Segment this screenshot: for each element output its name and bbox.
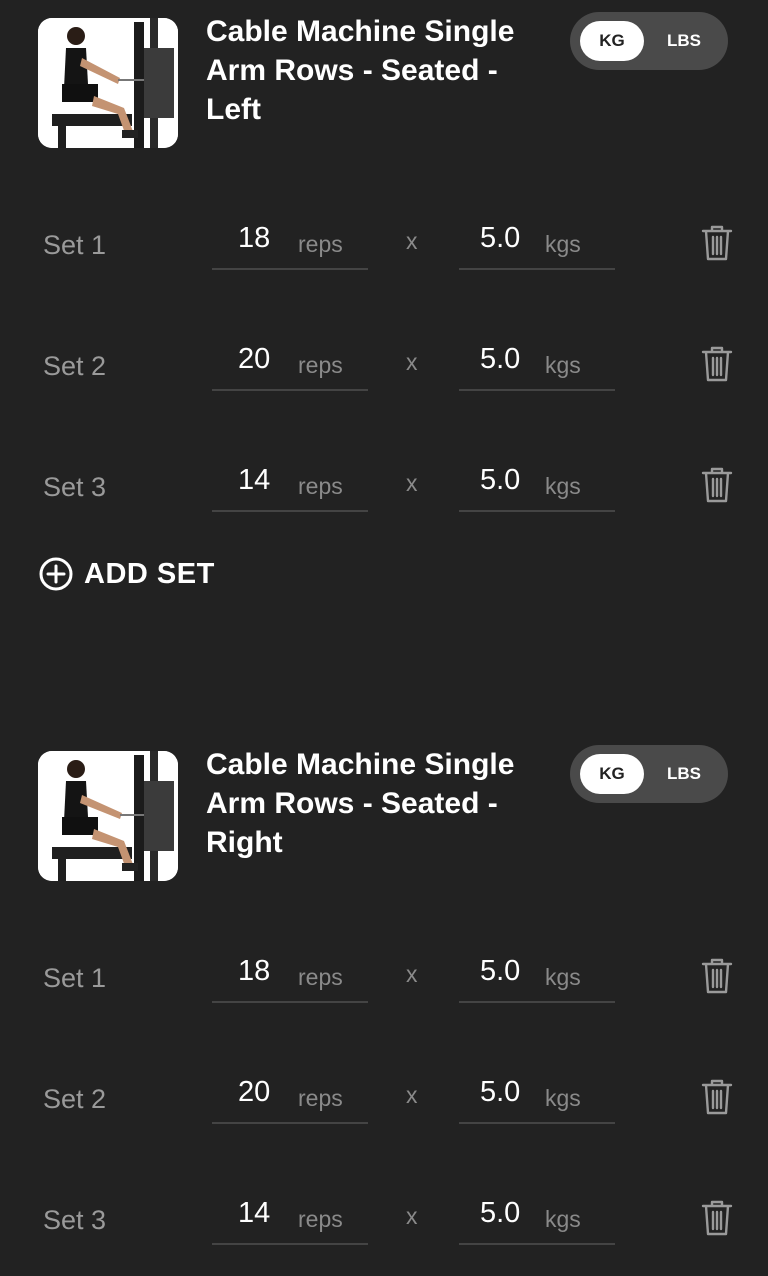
set-row: Set 3 14 reps x 5.0 kgs xyxy=(0,1145,768,1266)
set-label: Set 2 xyxy=(43,1084,107,1114)
weight-unit: kgs xyxy=(545,352,581,378)
weight-unit: kgs xyxy=(545,1085,581,1111)
exercise-title: Cable Machine Single Arm Rows - Seated -… xyxy=(206,748,515,859)
reps-input[interactable]: 20 reps xyxy=(212,1076,368,1124)
set-label: Set 2 xyxy=(43,351,107,381)
add-set-button[interactable]: ADD SET xyxy=(38,554,215,594)
weight-input[interactable]: 5.0 kgs xyxy=(459,464,615,512)
weight-value: 5.0 xyxy=(480,955,521,987)
reps-value: 20 xyxy=(238,343,271,375)
exercise-title: Cable Machine Single Arm Rows - Seated -… xyxy=(206,15,515,126)
plus-circle-icon xyxy=(39,557,73,591)
reps-input[interactable]: 18 reps xyxy=(212,955,368,1003)
weight-unit: kgs xyxy=(545,964,581,990)
set-label: Set 1 xyxy=(43,963,107,993)
unit-toggle[interactable]: KG LBS xyxy=(570,745,728,803)
unit-kg-option[interactable]: KG xyxy=(580,21,644,61)
unit-lbs-option[interactable]: LBS xyxy=(650,754,718,794)
unit-kg-option[interactable]: KG xyxy=(580,754,644,794)
seated-row-illustration xyxy=(38,751,178,881)
unit-toggle[interactable]: KG LBS xyxy=(570,12,728,70)
reps-unit: reps xyxy=(298,352,343,378)
set-row: Set 2 20 reps x 5.0 kgs xyxy=(0,1024,768,1145)
exercise-header: Cable Machine Single Arm Rows - Seated -… xyxy=(0,733,768,903)
trash-icon[interactable] xyxy=(700,224,734,262)
reps-unit: reps xyxy=(298,964,343,990)
seated-row-illustration xyxy=(38,18,178,148)
reps-input[interactable]: 14 reps xyxy=(212,464,368,512)
times-symbol: x xyxy=(406,1203,418,1229)
reps-value: 18 xyxy=(238,955,271,987)
weight-input[interactable]: 5.0 kgs xyxy=(459,343,615,391)
set-row: Set 2 20 reps x 5.0 kgs xyxy=(0,291,768,412)
weight-unit: kgs xyxy=(545,473,581,499)
unit-lbs-option[interactable]: LBS xyxy=(650,21,718,61)
reps-unit: reps xyxy=(298,1206,343,1232)
set-label: Set 3 xyxy=(43,1205,107,1235)
set-row: Set 1 18 reps x 5.0 kgs xyxy=(0,903,768,1024)
times-symbol: x xyxy=(406,470,418,496)
weight-input[interactable]: 5.0 kgs xyxy=(459,1197,615,1245)
reps-unit: reps xyxy=(298,231,343,257)
reps-input[interactable]: 18 reps xyxy=(212,222,368,270)
weight-input[interactable]: 5.0 kgs xyxy=(459,222,615,270)
weight-unit: kgs xyxy=(545,231,581,257)
trash-icon[interactable] xyxy=(700,345,734,383)
exercise-thumbnail[interactable] xyxy=(38,18,178,148)
trash-icon[interactable] xyxy=(700,1199,734,1237)
exercise-card-right: Cable Machine Single Arm Rows - Seated -… xyxy=(0,733,768,1266)
add-set-label: ADD SET xyxy=(84,557,215,590)
exercise-thumbnail[interactable] xyxy=(38,751,178,881)
trash-icon[interactable] xyxy=(700,957,734,995)
times-symbol: x xyxy=(406,349,418,375)
reps-unit: reps xyxy=(298,473,343,499)
weight-value: 5.0 xyxy=(480,464,521,496)
trash-icon[interactable] xyxy=(700,466,734,504)
weight-value: 5.0 xyxy=(480,343,521,375)
set-label: Set 1 xyxy=(43,230,107,260)
weight-input[interactable]: 5.0 kgs xyxy=(459,1076,615,1124)
reps-value: 20 xyxy=(238,1076,271,1108)
exercise-header: Cable Machine Single Arm Rows - Seated -… xyxy=(0,0,768,170)
weight-value: 5.0 xyxy=(480,1197,521,1229)
weight-unit: kgs xyxy=(545,1206,581,1232)
weight-value: 5.0 xyxy=(480,222,521,254)
reps-value: 18 xyxy=(238,222,271,254)
exercise-card-left: Cable Machine Single Arm Rows - Seated -… xyxy=(0,0,768,591)
set-row: Set 1 18 reps x 5.0 kgs xyxy=(0,170,768,291)
times-symbol: x xyxy=(406,228,418,254)
workout-log-screen: Cable Machine Single Arm Rows - Seated -… xyxy=(0,0,768,1276)
times-symbol: x xyxy=(406,1082,418,1108)
set-label: Set 3 xyxy=(43,472,107,502)
reps-value: 14 xyxy=(238,1197,271,1229)
weight-value: 5.0 xyxy=(480,1076,521,1108)
reps-input[interactable]: 20 reps xyxy=(212,343,368,391)
reps-unit: reps xyxy=(298,1085,343,1111)
reps-value: 14 xyxy=(238,464,271,496)
reps-input[interactable]: 14 reps xyxy=(212,1197,368,1245)
times-symbol: x xyxy=(406,961,418,987)
weight-input[interactable]: 5.0 kgs xyxy=(459,955,615,1003)
set-row: Set 3 14 reps x 5.0 kgs xyxy=(0,412,768,533)
trash-icon[interactable] xyxy=(700,1078,734,1116)
